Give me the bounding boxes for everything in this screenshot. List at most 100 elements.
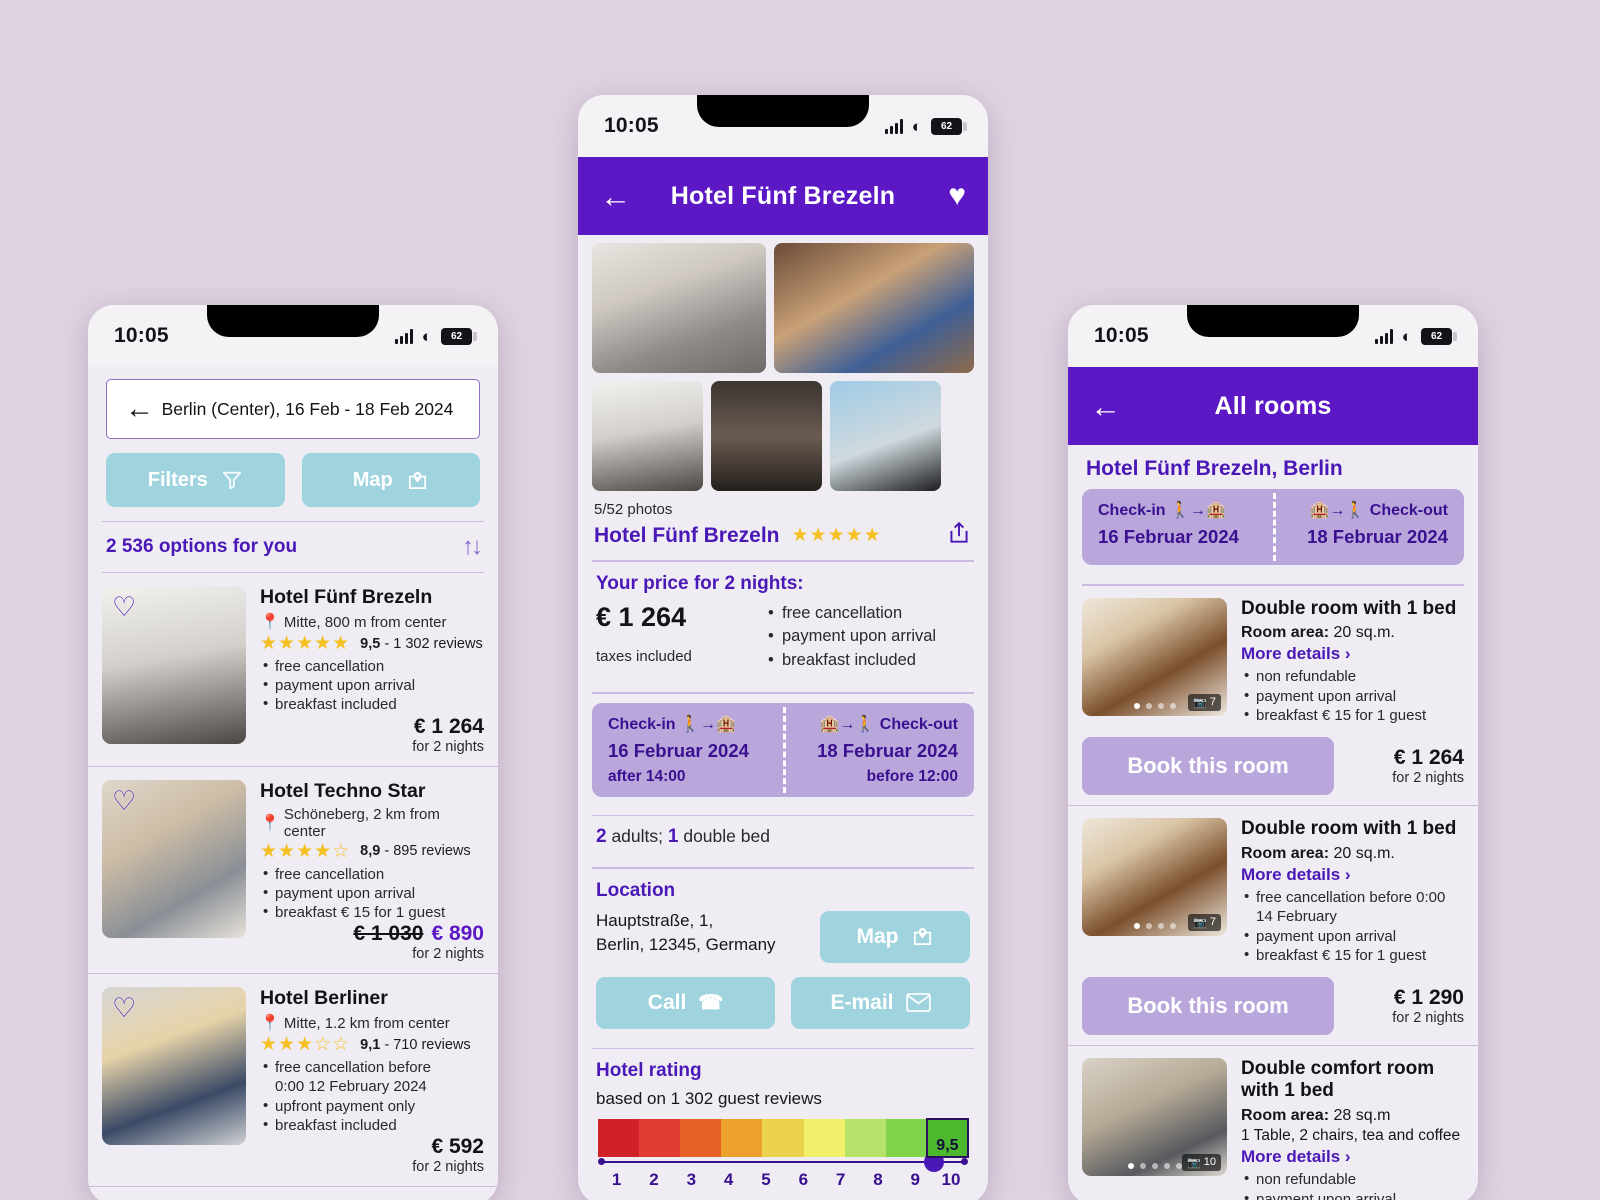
panel-divider [1273, 493, 1276, 561]
room-top: 📷 7 Double room with 1 bed Room area: 20… [1082, 817, 1464, 966]
feature-item: breakfast included [766, 649, 970, 673]
rating-scale[interactable]: 9,5 1 2 3 4 5 6 7 8 9 10 [596, 1118, 970, 1190]
more-details-link[interactable]: More details › [1241, 865, 1464, 885]
room-thumbnail[interactable]: 📷 7 [1082, 817, 1227, 936]
gallery-photo[interactable] [830, 381, 941, 491]
email-button[interactable]: E-mail [791, 976, 970, 1029]
hotel-thumbnail[interactable]: ♡ [102, 987, 246, 1146]
location-title: Location [596, 879, 676, 901]
favorite-heart-icon[interactable]: ♡ [112, 594, 136, 621]
room-card[interactable]: 📷 7 Double room with 1 bed Room area: 20… [1068, 586, 1478, 806]
hotel-name: Hotel Techno Star [260, 779, 426, 802]
photo-gallery[interactable] [578, 235, 988, 491]
back-arrow-icon[interactable]: ← [125, 394, 154, 424]
favorite-heart-icon[interactable]: ♡ [112, 787, 136, 815]
filters-label: Filters [147, 468, 208, 491]
rating-tick-labels: 1 2 3 4 5 6 7 8 9 10 [598, 1170, 968, 1190]
checkout-label: 🏨→🚶 Check-out [819, 715, 958, 733]
map-pin-icon [913, 928, 931, 946]
feature-item: payment upon arrival [1241, 1189, 1464, 1200]
checkin-block[interactable]: Check-in 🚶→🏨 16 Februar 2024 after 14:00 [592, 714, 783, 786]
location-pin-icon: 📍 [260, 614, 280, 631]
hotel-features: free cancellation payment upon arrival b… [260, 864, 484, 923]
call-button[interactable]: Call ☎ [596, 976, 775, 1029]
checkin-icon: 🚶→🏨 [1170, 502, 1226, 519]
hotel-card[interactable]: ♡ Hotel Marlen [88, 1187, 498, 1200]
sort-icon[interactable]: ↑↓ [462, 533, 483, 561]
hotel-price-nights: for 2 nights [412, 946, 484, 963]
rating-segment [844, 1119, 886, 1158]
hotel-price-block: € 592 for 2 nights [260, 1135, 484, 1175]
rating-segment [885, 1119, 927, 1158]
back-arrow-icon[interactable]: ← [600, 181, 640, 212]
hotel-card[interactable]: ♡ Hotel Berliner 📍 Mitte, 1.2 km from ce… [88, 974, 498, 1187]
room-name: Double comfort room with 1 bed [1241, 1057, 1435, 1102]
battery-icon: 62 [441, 327, 477, 345]
book-label: Book this room [1127, 752, 1289, 778]
map-button[interactable]: Map [301, 453, 480, 507]
app-bar: ← All rooms [1068, 367, 1478, 445]
signal-icon [394, 328, 413, 344]
hotel-card[interactable]: ♡ Hotel Techno Star 📍 Schöneberg, 2 km f… [88, 767, 498, 975]
location-section: Location Hauptstraße, 1, Berlin, 12345, … [578, 869, 988, 1039]
feature-item: breakfast included [260, 694, 484, 714]
options-count-row: 2 536 options for you ↑↓ [102, 521, 484, 573]
room-card[interactable]: 📷 10 Double comfort room with 1 bed Room… [1068, 1046, 1478, 1200]
feature-item: free cancellation [766, 602, 970, 626]
price-section: Your price for 2 nights: € 1 264 taxes i… [578, 562, 988, 684]
book-this-room-button[interactable]: Book this room [1082, 736, 1334, 795]
room-area: Room area: 20 sq.m. [1241, 844, 1395, 862]
hotel-score: 9,5 - 1 302 reviews [360, 635, 483, 652]
hotel-price-block: € 1 264 for 2 nights [260, 715, 484, 755]
rating-tick: 7 [835, 1170, 846, 1190]
favorite-heart-icon[interactable]: ♥ [926, 181, 966, 211]
checkout-block[interactable]: 🏨→🚶 Check-out 18 Februar 2024 before 12:… [783, 714, 974, 786]
photo-dots [1133, 922, 1176, 929]
hotel-score: 8,9 - 895 reviews [360, 843, 471, 860]
more-details-link[interactable]: More details › [1241, 644, 1464, 664]
share-icon[interactable] [946, 520, 972, 551]
hotel-price: € 1 264 [413, 714, 484, 738]
checkout-date: 18 Februar 2024 [1307, 526, 1448, 547]
hotel-thumbnail[interactable]: ♡ [102, 586, 246, 744]
gallery-photo[interactable] [711, 381, 822, 491]
feature-item: payment upon arrival [1241, 926, 1464, 947]
checkin-block[interactable]: Check-in 🚶→🏨 16 Februar 2024 [1082, 500, 1273, 554]
checkout-block[interactable]: 🏨→🚶 Check-out 18 Februar 2024 [1273, 500, 1464, 554]
feature-item-continuation: 14 February [1256, 908, 1337, 926]
room-name: Double room with 1 bed [1241, 597, 1457, 619]
room-thumbnail[interactable]: 📷 7 [1082, 597, 1227, 716]
checkin-label: Check-in 🚶→🏨 [608, 715, 736, 733]
hotel-rating-row: ★★★★☆ 8,9 - 895 reviews [260, 842, 484, 861]
gallery-photo[interactable] [592, 243, 766, 373]
gallery-photo[interactable] [592, 381, 703, 491]
gallery-row-top [592, 243, 974, 373]
hotel-price: € 890 [431, 922, 484, 946]
gallery-photo[interactable] [774, 243, 974, 373]
status-bar: 10:05 ◐ 62 [88, 305, 498, 367]
room-thumbnail[interactable]: 📷 10 [1082, 1057, 1227, 1176]
feature-item: breakfast € 15 for 1 guest [1241, 945, 1464, 966]
search-input[interactable]: ← Berlin (Center), 16 Feb - 18 Feb 2024 [106, 379, 480, 439]
book-this-room-button[interactable]: Book this room [1082, 976, 1334, 1035]
room-price-nights: for 2 nights [1392, 769, 1464, 786]
checkin-checkout-panel[interactable]: Check-in 🚶→🏨 16 Februar 2024 after 14:00… [592, 702, 974, 797]
rating-tick: 3 [686, 1170, 697, 1190]
rating-scale-bar[interactable]: 9,5 [598, 1118, 969, 1159]
filters-button[interactable]: Filters [106, 453, 285, 507]
checkin-checkout-panel[interactable]: Check-in 🚶→🏨 16 Februar 2024 🏨→🚶 Check-o… [1082, 489, 1464, 565]
envelope-icon [905, 993, 931, 1013]
feature-item: payment upon arrival [766, 625, 970, 649]
price-row: € 1 264 taxes included free cancellation… [596, 602, 970, 674]
back-arrow-icon[interactable]: ← [1090, 391, 1130, 422]
map-button[interactable]: Map [820, 910, 970, 963]
email-label: E-mail [830, 990, 894, 1014]
hotel-price-nights: for 2 nights [412, 1158, 484, 1175]
hotel-card[interactable]: ♡ Hotel Fünf Brezeln 📍 Mitte, 800 m from… [88, 573, 498, 767]
more-details-link[interactable]: More details › [1241, 1147, 1464, 1167]
favorite-heart-icon[interactable]: ♡ [112, 995, 136, 1022]
room-card[interactable]: 📷 7 Double room with 1 bed Room area: 20… [1068, 806, 1478, 1046]
hotel-list: ♡ Hotel Fünf Brezeln 📍 Mitte, 800 m from… [88, 573, 498, 1200]
room-top: 📷 7 Double room with 1 bed Room area: 20… [1082, 597, 1464, 726]
hotel-thumbnail[interactable]: ♡ [102, 779, 246, 938]
